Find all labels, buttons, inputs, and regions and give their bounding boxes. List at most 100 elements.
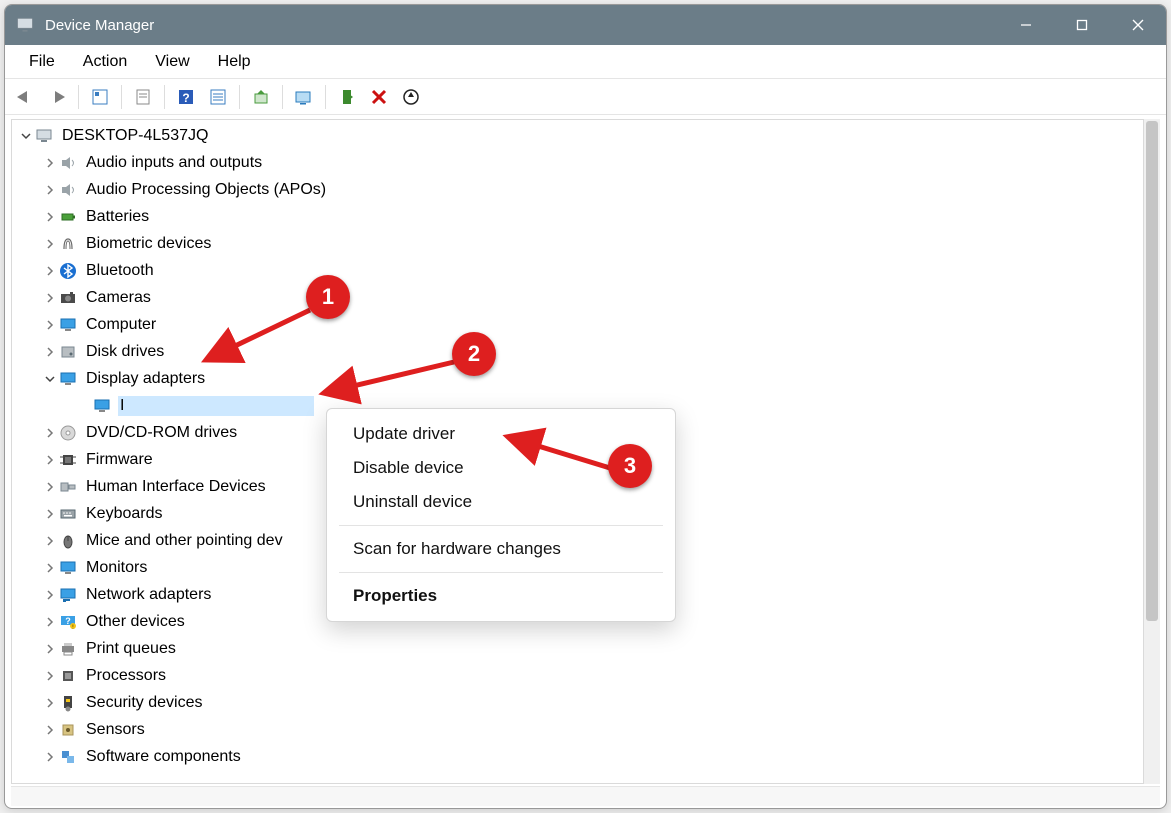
properties-icon[interactable] [129,83,157,111]
tree-item-label: Computer [84,315,158,335]
cpu-icon [58,666,78,686]
tree-item[interactable]: Batteries [12,203,1143,230]
menu-help[interactable]: Help [204,49,265,75]
tree-item[interactable]: Disk drives [12,338,1143,365]
chevron-right-icon[interactable] [42,344,58,360]
statusbar [11,786,1160,806]
chevron-right-icon[interactable] [42,749,58,765]
cd-icon [58,423,78,443]
chevron-down-icon[interactable] [42,371,58,387]
tree-item-label: I [118,396,314,416]
help-icon[interactable]: ? [172,83,200,111]
tree-item[interactable]: Security devices [12,689,1143,716]
tree-item[interactable]: DESKTOP-4L537JQ [12,122,1143,149]
battery-icon [58,207,78,227]
uninstall-icon[interactable] [397,83,425,111]
chevron-right-icon [76,398,92,414]
tree-item[interactable]: Computer [12,311,1143,338]
annotation-marker-1: 1 [306,275,350,319]
menu-view[interactable]: View [141,49,203,75]
tree-item[interactable]: Audio inputs and outputs [12,149,1143,176]
chevron-right-icon[interactable] [42,695,58,711]
ctx-uninstall-device[interactable]: Uninstall device [327,485,675,519]
chevron-right-icon[interactable] [42,587,58,603]
sensor-icon [58,720,78,740]
tree-item[interactable]: Sensors [12,716,1143,743]
chevron-right-icon[interactable] [42,290,58,306]
tree-item[interactable]: Biometric devices [12,230,1143,257]
tree-item-label: Audio Processing Objects (APOs) [84,180,328,200]
security-icon [58,693,78,713]
chevron-right-icon[interactable] [42,533,58,549]
chevron-right-icon[interactable] [42,641,58,657]
app-icon [15,15,35,35]
chevron-right-icon[interactable] [42,506,58,522]
forward-icon[interactable] [43,83,71,111]
monitor-icon [92,396,112,416]
fingerprint-icon [58,234,78,254]
disk-icon [58,342,78,362]
computer-root-icon [34,126,54,146]
speaker-icon [58,180,78,200]
tree-item-label: DVD/CD-ROM drives [84,423,239,443]
tree-item[interactable]: Print queues [12,635,1143,662]
tree-item-label: Mice and other pointing dev [84,531,285,551]
ctx-properties[interactable]: Properties [327,579,675,613]
tree-item-label: Biometric devices [84,234,213,254]
chevron-right-icon[interactable] [42,425,58,441]
chevron-right-icon[interactable] [42,155,58,171]
annotation-marker-2: 2 [452,332,496,376]
menu-action[interactable]: Action [69,49,141,75]
scan-hardware-icon[interactable] [290,83,318,111]
tree-item-label: Audio inputs and outputs [84,153,264,173]
tree-item[interactable]: Audio Processing Objects (APOs) [12,176,1143,203]
tree-item-label: Other devices [84,612,187,632]
disable-icon[interactable] [365,83,393,111]
tree-item-label: Firmware [84,450,155,470]
menu-file[interactable]: File [15,49,69,75]
ctx-scan-hardware[interactable]: Scan for hardware changes [327,532,675,566]
minimize-button[interactable] [998,5,1054,45]
chevron-right-icon[interactable] [42,182,58,198]
svg-text:?: ? [182,91,189,105]
close-button[interactable] [1110,5,1166,45]
device-manager-window: Device Manager File Action View Help ? [4,4,1167,809]
tree-item-label: Keyboards [84,504,165,524]
chevron-right-icon[interactable] [42,479,58,495]
back-icon[interactable] [11,83,39,111]
view-menu-icon[interactable] [204,83,232,111]
tree-item-label: Bluetooth [84,261,156,281]
chevron-right-icon[interactable] [42,668,58,684]
chevron-right-icon[interactable] [42,263,58,279]
tree-item[interactable]: Cameras [12,284,1143,311]
network-icon [58,585,78,605]
chevron-right-icon[interactable] [42,236,58,252]
chevron-right-icon[interactable] [42,452,58,468]
printer-icon [58,639,78,659]
hid-icon [58,477,78,497]
chevron-right-icon[interactable] [42,209,58,225]
update-driver-icon[interactable] [247,83,275,111]
svg-text:?: ? [65,616,71,626]
chevron-right-icon[interactable] [42,614,58,630]
titlebar[interactable]: Device Manager [5,5,1166,45]
chevron-down-icon[interactable] [18,128,34,144]
show-hidden-icon[interactable] [86,83,114,111]
chevron-right-icon[interactable] [42,317,58,333]
software-icon [58,747,78,767]
scrollbar[interactable] [1144,119,1160,784]
question-icon: ?! [58,612,78,632]
tree-item[interactable]: Display adapters [12,365,1143,392]
toolbar: ? [5,79,1166,115]
chevron-right-icon[interactable] [42,722,58,738]
tree-item-label: Security devices [84,693,205,713]
tree-item[interactable]: Processors [12,662,1143,689]
tree-item[interactable]: Bluetooth [12,257,1143,284]
tree-item[interactable]: Software components [12,743,1143,770]
scrollbar-thumb[interactable] [1146,121,1158,621]
monitor-icon [58,558,78,578]
camera-icon [58,288,78,308]
maximize-button[interactable] [1054,5,1110,45]
chevron-right-icon[interactable] [42,560,58,576]
enable-icon[interactable] [333,83,361,111]
